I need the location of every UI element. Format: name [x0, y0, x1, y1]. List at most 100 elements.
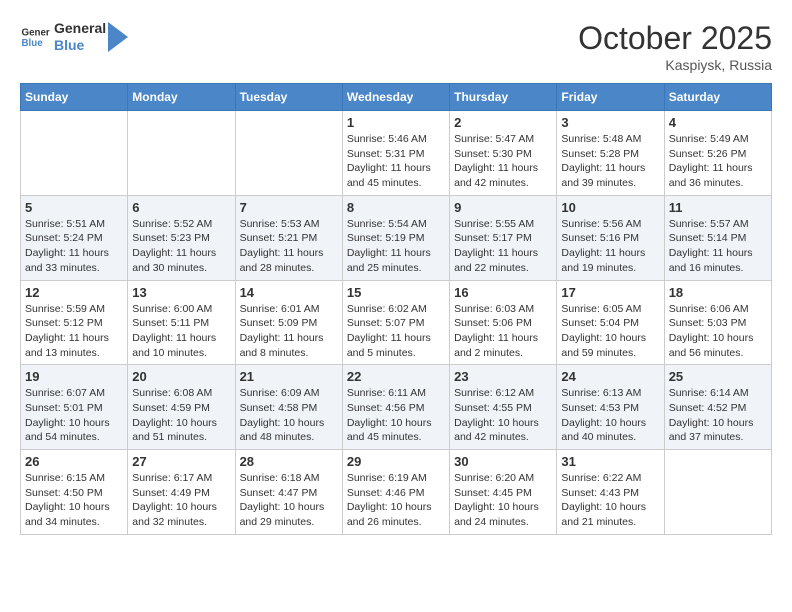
calendar-cell: 22 Sunrise: 6:11 AM Sunset: 4:56 PM Dayli…: [342, 365, 449, 450]
day-number: 16: [454, 285, 552, 300]
calendar-cell: 29 Sunrise: 6:19 AM Sunset: 4:46 PM Dayli…: [342, 450, 449, 535]
day-number: 27: [132, 454, 230, 469]
calendar-cell: 31 Sunrise: 6:22 AM Sunset: 4:43 PM Dayli…: [557, 450, 664, 535]
day-info: Sunrise: 6:00 AM Sunset: 5:11 PM Dayligh…: [132, 302, 230, 361]
day-number: 9: [454, 200, 552, 215]
calendar-cell: [128, 111, 235, 196]
day-number: 22: [347, 369, 445, 384]
day-info: Sunrise: 6:06 AM Sunset: 5:03 PM Dayligh…: [669, 302, 767, 361]
day-number: 2: [454, 115, 552, 130]
day-info: Sunrise: 6:18 AM Sunset: 4:47 PM Dayligh…: [240, 471, 338, 530]
calendar-cell: 30 Sunrise: 6:20 AM Sunset: 4:45 PM Dayli…: [450, 450, 557, 535]
weekday-header: Monday: [128, 84, 235, 111]
calendar-cell: 20 Sunrise: 6:08 AM Sunset: 4:59 PM Dayli…: [128, 365, 235, 450]
svg-text:General: General: [22, 27, 51, 38]
calendar-cell: 7 Sunrise: 5:53 AM Sunset: 5:21 PM Daylig…: [235, 195, 342, 280]
day-info: Sunrise: 6:19 AM Sunset: 4:46 PM Dayligh…: [347, 471, 445, 530]
weekday-header: Wednesday: [342, 84, 449, 111]
day-info: Sunrise: 6:14 AM Sunset: 4:52 PM Dayligh…: [669, 386, 767, 445]
day-info: Sunrise: 5:59 AM Sunset: 5:12 PM Dayligh…: [25, 302, 123, 361]
day-info: Sunrise: 5:51 AM Sunset: 5:24 PM Dayligh…: [25, 217, 123, 276]
weekday-header: Thursday: [450, 84, 557, 111]
calendar-week-row: 12 Sunrise: 5:59 AM Sunset: 5:12 PM Dayli…: [21, 280, 772, 365]
weekday-header: Sunday: [21, 84, 128, 111]
calendar-cell: [21, 111, 128, 196]
calendar-cell: 8 Sunrise: 5:54 AM Sunset: 5:19 PM Daylig…: [342, 195, 449, 280]
day-number: 31: [561, 454, 659, 469]
day-info: Sunrise: 5:55 AM Sunset: 5:17 PM Dayligh…: [454, 217, 552, 276]
day-info: Sunrise: 6:12 AM Sunset: 4:55 PM Dayligh…: [454, 386, 552, 445]
day-info: Sunrise: 6:11 AM Sunset: 4:56 PM Dayligh…: [347, 386, 445, 445]
day-number: 11: [669, 200, 767, 215]
day-number: 5: [25, 200, 123, 215]
calendar-week-row: 26 Sunrise: 6:15 AM Sunset: 4:50 PM Dayli…: [21, 450, 772, 535]
day-info: Sunrise: 6:07 AM Sunset: 5:01 PM Dayligh…: [25, 386, 123, 445]
weekday-header: Friday: [557, 84, 664, 111]
day-info: Sunrise: 6:20 AM Sunset: 4:45 PM Dayligh…: [454, 471, 552, 530]
calendar-cell: 18Sunrise: 6:06 AM Sunset: 5:03 PM Dayli…: [664, 280, 771, 365]
day-info: Sunrise: 5:54 AM Sunset: 5:19 PM Dayligh…: [347, 217, 445, 276]
day-number: 6: [132, 200, 230, 215]
day-info: Sunrise: 6:08 AM Sunset: 4:59 PM Dayligh…: [132, 386, 230, 445]
day-number: 3: [561, 115, 659, 130]
calendar-cell: 19 Sunrise: 6:07 AM Sunset: 5:01 PM Dayli…: [21, 365, 128, 450]
day-number: 15: [347, 285, 445, 300]
svg-text:Blue: Blue: [22, 38, 44, 49]
calendar-week-row: 5 Sunrise: 5:51 AM Sunset: 5:24 PM Daylig…: [21, 195, 772, 280]
logo-line2: Blue: [54, 37, 106, 54]
calendar-cell: 1Sunrise: 5:46 AM Sunset: 5:31 PM Daylig…: [342, 111, 449, 196]
calendar-cell: [235, 111, 342, 196]
day-info: Sunrise: 5:53 AM Sunset: 5:21 PM Dayligh…: [240, 217, 338, 276]
day-number: 12: [25, 285, 123, 300]
day-number: 29: [347, 454, 445, 469]
calendar-cell: 14 Sunrise: 6:01 AM Sunset: 5:09 PM Dayli…: [235, 280, 342, 365]
day-info: Sunrise: 5:49 AM Sunset: 5:26 PM Dayligh…: [669, 132, 767, 191]
calendar-cell: 11 Sunrise: 5:57 AM Sunset: 5:14 PM Dayli…: [664, 195, 771, 280]
day-info: Sunrise: 5:57 AM Sunset: 5:14 PM Dayligh…: [669, 217, 767, 276]
day-info: Sunrise: 5:47 AM Sunset: 5:30 PM Dayligh…: [454, 132, 552, 191]
calendar-cell: 28 Sunrise: 6:18 AM Sunset: 4:47 PM Dayli…: [235, 450, 342, 535]
day-info: Sunrise: 5:52 AM Sunset: 5:23 PM Dayligh…: [132, 217, 230, 276]
calendar-cell: 15Sunrise: 6:02 AM Sunset: 5:07 PM Dayli…: [342, 280, 449, 365]
calendar-cell: [664, 450, 771, 535]
day-number: 17: [561, 285, 659, 300]
calendar-cell: 21Sunrise: 6:09 AM Sunset: 4:58 PM Dayli…: [235, 365, 342, 450]
day-number: 10: [561, 200, 659, 215]
day-number: 28: [240, 454, 338, 469]
logo-arrow-icon: [108, 22, 128, 52]
calendar-cell: 5 Sunrise: 5:51 AM Sunset: 5:24 PM Daylig…: [21, 195, 128, 280]
month-title: October 2025: [578, 20, 772, 57]
weekday-header: Tuesday: [235, 84, 342, 111]
calendar-cell: 25 Sunrise: 6:14 AM Sunset: 4:52 PM Dayli…: [664, 365, 771, 450]
calendar-cell: 2 Sunrise: 5:47 AM Sunset: 5:30 PM Daylig…: [450, 111, 557, 196]
day-info: Sunrise: 6:09 AM Sunset: 4:58 PM Dayligh…: [240, 386, 338, 445]
day-number: 26: [25, 454, 123, 469]
day-info: Sunrise: 6:22 AM Sunset: 4:43 PM Dayligh…: [561, 471, 659, 530]
day-number: 25: [669, 369, 767, 384]
calendar-week-row: 19 Sunrise: 6:07 AM Sunset: 5:01 PM Dayli…: [21, 365, 772, 450]
day-info: Sunrise: 5:48 AM Sunset: 5:28 PM Dayligh…: [561, 132, 659, 191]
day-number: 19: [25, 369, 123, 384]
day-info: Sunrise: 6:13 AM Sunset: 4:53 PM Dayligh…: [561, 386, 659, 445]
calendar-table: SundayMondayTuesdayWednesdayThursdayFrid…: [20, 83, 772, 535]
day-info: Sunrise: 5:56 AM Sunset: 5:16 PM Dayligh…: [561, 217, 659, 276]
calendar-week-row: 1Sunrise: 5:46 AM Sunset: 5:31 PM Daylig…: [21, 111, 772, 196]
day-info: Sunrise: 6:03 AM Sunset: 5:06 PM Dayligh…: [454, 302, 552, 361]
weekday-header: Saturday: [664, 84, 771, 111]
logo: General Blue General Blue: [20, 20, 128, 54]
day-number: 30: [454, 454, 552, 469]
day-number: 14: [240, 285, 338, 300]
calendar-cell: 10 Sunrise: 5:56 AM Sunset: 5:16 PM Dayli…: [557, 195, 664, 280]
logo-icon: General Blue: [20, 22, 50, 52]
calendar-cell: 17 Sunrise: 6:05 AM Sunset: 5:04 PM Dayli…: [557, 280, 664, 365]
day-info: Sunrise: 6:15 AM Sunset: 4:50 PM Dayligh…: [25, 471, 123, 530]
day-info: Sunrise: 6:05 AM Sunset: 5:04 PM Dayligh…: [561, 302, 659, 361]
calendar-cell: 24Sunrise: 6:13 AM Sunset: 4:53 PM Dayli…: [557, 365, 664, 450]
logo-line1: General: [54, 20, 106, 37]
day-number: 8: [347, 200, 445, 215]
title-block: October 2025 Kaspiysk, Russia: [578, 20, 772, 73]
day-number: 20: [132, 369, 230, 384]
calendar-cell: 6 Sunrise: 5:52 AM Sunset: 5:23 PM Daylig…: [128, 195, 235, 280]
day-info: Sunrise: 6:01 AM Sunset: 5:09 PM Dayligh…: [240, 302, 338, 361]
day-number: 7: [240, 200, 338, 215]
